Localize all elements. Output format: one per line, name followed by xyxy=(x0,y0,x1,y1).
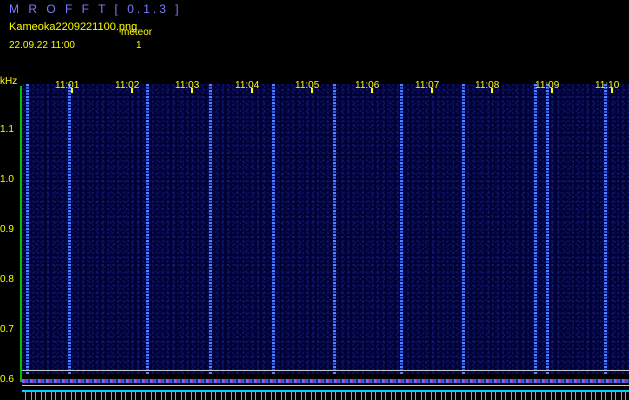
baseline-line xyxy=(22,385,629,386)
time-tick-label: 11:09 xyxy=(535,80,560,91)
time-tick-mark xyxy=(431,88,433,93)
meteor-streak xyxy=(272,84,275,374)
y-axis-unit: kHz xyxy=(0,76,18,87)
time-tick-mark xyxy=(131,88,133,93)
y-tick-label: 1.1 xyxy=(0,124,14,135)
time-tick-mark xyxy=(251,88,253,93)
meteor-streak xyxy=(534,84,537,374)
time-tick-mark xyxy=(551,88,553,93)
time-tick-mark xyxy=(371,88,373,93)
time-tick-label: 11:10 xyxy=(595,80,620,91)
time-tick-mark xyxy=(611,88,613,93)
meteor-streak xyxy=(604,84,607,374)
meteor-streak xyxy=(333,84,336,374)
time-tick-label: 11:07 xyxy=(415,80,440,91)
y-tick-label: 0.8 xyxy=(0,274,14,285)
time-tick-mark xyxy=(491,88,493,93)
frequency-marker-line xyxy=(22,370,629,371)
meteor-count: 1 xyxy=(136,40,142,51)
time-tick-label: 11:01 xyxy=(55,80,80,91)
time-tick-label: 11:06 xyxy=(355,80,380,91)
time-tick-label: 11:08 xyxy=(475,80,500,91)
signal-trace xyxy=(22,390,629,400)
y-tick-label: 0.9 xyxy=(0,224,14,235)
time-tick-label: 11:03 xyxy=(175,80,200,91)
meteor-label: meteor xyxy=(121,27,153,38)
meteor-streak xyxy=(209,84,212,374)
time-tick-label: 11:05 xyxy=(295,80,320,91)
meteor-streak xyxy=(26,84,29,374)
meteor-streak xyxy=(146,84,149,374)
noise-band xyxy=(22,379,629,383)
y-axis-line xyxy=(20,86,22,382)
meteor-streak xyxy=(462,84,465,374)
meteor-streak xyxy=(546,84,549,374)
spectrogram xyxy=(22,84,629,374)
time-tick-mark xyxy=(71,88,73,93)
time-tick-mark xyxy=(191,88,193,93)
y-tick-label: 1.0 xyxy=(0,174,14,185)
y-tick-label: 0.6 xyxy=(0,374,14,385)
time-tick-label: 11:04 xyxy=(235,80,260,91)
app-title: M R O F F T [ 0.1.3 ] xyxy=(9,2,182,16)
date-time: 22.09.22 11:00 xyxy=(9,40,75,51)
y-tick-label: 0.7 xyxy=(0,324,14,335)
time-tick-label: 11:02 xyxy=(115,80,140,91)
meteor-streak xyxy=(400,84,403,374)
time-tick-mark xyxy=(311,88,313,93)
meteor-streak xyxy=(68,84,71,374)
file-name: Kameoka2209221100.png xyxy=(9,21,138,33)
